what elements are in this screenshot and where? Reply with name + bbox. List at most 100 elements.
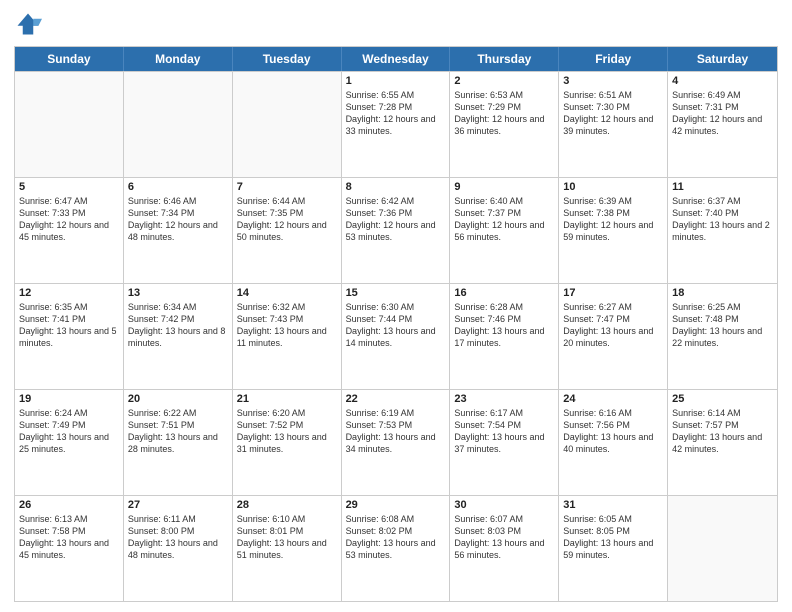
logo-icon bbox=[14, 10, 42, 38]
calendar-cell: 9 Sunrise: 6:40 AM Sunset: 7:37 PM Daylig… bbox=[450, 178, 559, 283]
day-number: 5 bbox=[19, 181, 119, 193]
day-number: 26 bbox=[19, 499, 119, 511]
logo bbox=[14, 10, 46, 38]
day-number: 13 bbox=[128, 287, 228, 299]
weekday-header: Sunday bbox=[15, 47, 124, 71]
day-details: Sunrise: 6:37 AM Sunset: 7:40 PM Dayligh… bbox=[672, 195, 773, 244]
calendar-cell: 27 Sunrise: 6:11 AM Sunset: 8:00 PM Dayli… bbox=[124, 496, 233, 601]
day-details: Sunrise: 6:40 AM Sunset: 7:37 PM Dayligh… bbox=[454, 195, 554, 244]
header bbox=[14, 10, 778, 38]
day-details: Sunrise: 6:44 AM Sunset: 7:35 PM Dayligh… bbox=[237, 195, 337, 244]
calendar-cell: 29Sunrise: 6:08 AM Sunset: 8:02 PM Dayli… bbox=[342, 496, 451, 601]
calendar: SundayMondayTuesdayWednesdayThursdayFrid… bbox=[14, 46, 778, 602]
day-number: 7 bbox=[237, 181, 337, 193]
calendar-cell: 15 Sunrise: 6:30 AM Sunset: 7:44 PM Dayli… bbox=[342, 284, 451, 389]
day-number: 9 bbox=[454, 181, 554, 193]
calendar-cell: 13 Sunrise: 6:34 AM Sunset: 7:42 PM Dayli… bbox=[124, 284, 233, 389]
day-details: Sunrise: 6:20 AM Sunset: 7:52 PM Dayligh… bbox=[237, 407, 337, 456]
calendar-cell: 8 Sunrise: 6:42 AM Sunset: 7:36 PM Daylig… bbox=[342, 178, 451, 283]
day-number: 10 bbox=[563, 181, 663, 193]
calendar-cell: 24Sunrise: 6:16 AM Sunset: 7:56 PM Dayli… bbox=[559, 390, 668, 495]
day-number: 15 bbox=[346, 287, 446, 299]
day-number: 21 bbox=[237, 393, 337, 405]
calendar-cell: 28Sunrise: 6:10 AM Sunset: 8:01 PM Dayli… bbox=[233, 496, 342, 601]
calendar-cell: 22 Sunrise: 6:19 AM Sunset: 7:53 PM Dayli… bbox=[342, 390, 451, 495]
calendar-cell: 26 Sunrise: 6:13 AM Sunset: 7:58 PM Dayli… bbox=[15, 496, 124, 601]
calendar-page: SundayMondayTuesdayWednesdayThursdayFrid… bbox=[0, 0, 792, 612]
day-details: Sunrise: 6:11 AM Sunset: 8:00 PM Dayligh… bbox=[128, 513, 228, 562]
day-number: 30 bbox=[454, 499, 554, 511]
day-details: Sunrise: 6:08 AM Sunset: 8:02 PM Dayligh… bbox=[346, 513, 446, 562]
calendar-cell: 7 Sunrise: 6:44 AM Sunset: 7:35 PM Daylig… bbox=[233, 178, 342, 283]
calendar-cell: 11 Sunrise: 6:37 AM Sunset: 7:40 PM Dayli… bbox=[668, 178, 777, 283]
day-number: 3 bbox=[563, 75, 663, 87]
weekday-header: Tuesday bbox=[233, 47, 342, 71]
day-number: 27 bbox=[128, 499, 228, 511]
day-details: Sunrise: 6:16 AM Sunset: 7:56 PM Dayligh… bbox=[563, 407, 663, 456]
day-number: 2 bbox=[454, 75, 554, 87]
day-details: Sunrise: 6:17 AM Sunset: 7:54 PM Dayligh… bbox=[454, 407, 554, 456]
calendar-cell: 30Sunrise: 6:07 AM Sunset: 8:03 PM Dayli… bbox=[450, 496, 559, 601]
day-details: Sunrise: 6:32 AM Sunset: 7:43 PM Dayligh… bbox=[237, 301, 337, 350]
day-details: Sunrise: 6:39 AM Sunset: 7:38 PM Dayligh… bbox=[563, 195, 663, 244]
calendar-cell: 3 Sunrise: 6:51 AM Sunset: 7:30 PM Daylig… bbox=[559, 72, 668, 177]
calendar-cell: 2 Sunrise: 6:53 AM Sunset: 7:29 PM Daylig… bbox=[450, 72, 559, 177]
calendar-cell: 12Sunrise: 6:35 AM Sunset: 7:41 PM Dayli… bbox=[15, 284, 124, 389]
calendar-cell: 19Sunrise: 6:24 AM Sunset: 7:49 PM Dayli… bbox=[15, 390, 124, 495]
day-details: Sunrise: 6:55 AM Sunset: 7:28 PM Dayligh… bbox=[346, 89, 446, 138]
calendar-cell: 14 Sunrise: 6:32 AM Sunset: 7:43 PM Dayli… bbox=[233, 284, 342, 389]
calendar-row: 12Sunrise: 6:35 AM Sunset: 7:41 PM Dayli… bbox=[15, 283, 777, 389]
day-details: Sunrise: 6:53 AM Sunset: 7:29 PM Dayligh… bbox=[454, 89, 554, 138]
calendar-row: 26 Sunrise: 6:13 AM Sunset: 7:58 PM Dayli… bbox=[15, 495, 777, 601]
weekday-header: Saturday bbox=[668, 47, 777, 71]
calendar-cell: 20 Sunrise: 6:22 AM Sunset: 7:51 PM Dayli… bbox=[124, 390, 233, 495]
weekday-header: Monday bbox=[124, 47, 233, 71]
day-details: Sunrise: 6:34 AM Sunset: 7:42 PM Dayligh… bbox=[128, 301, 228, 350]
calendar-header: SundayMondayTuesdayWednesdayThursdayFrid… bbox=[15, 47, 777, 71]
day-details: Sunrise: 6:51 AM Sunset: 7:30 PM Dayligh… bbox=[563, 89, 663, 138]
day-details: Sunrise: 6:47 AM Sunset: 7:33 PM Dayligh… bbox=[19, 195, 119, 244]
day-number: 20 bbox=[128, 393, 228, 405]
day-details: Sunrise: 6:14 AM Sunset: 7:57 PM Dayligh… bbox=[672, 407, 773, 456]
day-details: Sunrise: 6:19 AM Sunset: 7:53 PM Dayligh… bbox=[346, 407, 446, 456]
day-details: Sunrise: 6:13 AM Sunset: 7:58 PM Dayligh… bbox=[19, 513, 119, 562]
day-details: Sunrise: 6:10 AM Sunset: 8:01 PM Dayligh… bbox=[237, 513, 337, 562]
calendar-cell: 17 Sunrise: 6:27 AM Sunset: 7:47 PM Dayli… bbox=[559, 284, 668, 389]
calendar-cell: 4Sunrise: 6:49 AM Sunset: 7:31 PM Daylig… bbox=[668, 72, 777, 177]
day-number: 14 bbox=[237, 287, 337, 299]
day-number: 4 bbox=[672, 75, 773, 87]
day-details: Sunrise: 6:05 AM Sunset: 8:05 PM Dayligh… bbox=[563, 513, 663, 562]
day-number: 23 bbox=[454, 393, 554, 405]
calendar-cell: 1 Sunrise: 6:55 AM Sunset: 7:28 PM Daylig… bbox=[342, 72, 451, 177]
day-number: 18 bbox=[672, 287, 773, 299]
weekday-header: Thursday bbox=[450, 47, 559, 71]
day-details: Sunrise: 6:28 AM Sunset: 7:46 PM Dayligh… bbox=[454, 301, 554, 350]
day-details: Sunrise: 6:27 AM Sunset: 7:47 PM Dayligh… bbox=[563, 301, 663, 350]
calendar-cell: 21 Sunrise: 6:20 AM Sunset: 7:52 PM Dayli… bbox=[233, 390, 342, 495]
day-number: 1 bbox=[346, 75, 446, 87]
calendar-cell: 25 Sunrise: 6:14 AM Sunset: 7:57 PM Dayli… bbox=[668, 390, 777, 495]
day-details: Sunrise: 6:30 AM Sunset: 7:44 PM Dayligh… bbox=[346, 301, 446, 350]
calendar-body: 1 Sunrise: 6:55 AM Sunset: 7:28 PM Daylig… bbox=[15, 71, 777, 601]
calendar-cell bbox=[124, 72, 233, 177]
calendar-cell: 6 Sunrise: 6:46 AM Sunset: 7:34 PM Daylig… bbox=[124, 178, 233, 283]
day-details: Sunrise: 6:46 AM Sunset: 7:34 PM Dayligh… bbox=[128, 195, 228, 244]
day-number: 11 bbox=[672, 181, 773, 193]
day-details: Sunrise: 6:42 AM Sunset: 7:36 PM Dayligh… bbox=[346, 195, 446, 244]
weekday-header: Wednesday bbox=[342, 47, 451, 71]
day-details: Sunrise: 6:35 AM Sunset: 7:41 PM Dayligh… bbox=[19, 301, 119, 350]
calendar-row: 1 Sunrise: 6:55 AM Sunset: 7:28 PM Daylig… bbox=[15, 71, 777, 177]
day-number: 17 bbox=[563, 287, 663, 299]
calendar-row: 5 Sunrise: 6:47 AM Sunset: 7:33 PM Daylig… bbox=[15, 177, 777, 283]
day-details: Sunrise: 6:22 AM Sunset: 7:51 PM Dayligh… bbox=[128, 407, 228, 456]
calendar-cell: 16Sunrise: 6:28 AM Sunset: 7:46 PM Dayli… bbox=[450, 284, 559, 389]
calendar-cell bbox=[15, 72, 124, 177]
calendar-cell: 18 Sunrise: 6:25 AM Sunset: 7:48 PM Dayli… bbox=[668, 284, 777, 389]
day-details: Sunrise: 6:25 AM Sunset: 7:48 PM Dayligh… bbox=[672, 301, 773, 350]
calendar-cell: 31Sunrise: 6:05 AM Sunset: 8:05 PM Dayli… bbox=[559, 496, 668, 601]
day-number: 25 bbox=[672, 393, 773, 405]
day-number: 8 bbox=[346, 181, 446, 193]
day-number: 22 bbox=[346, 393, 446, 405]
day-number: 6 bbox=[128, 181, 228, 193]
day-number: 19 bbox=[19, 393, 119, 405]
